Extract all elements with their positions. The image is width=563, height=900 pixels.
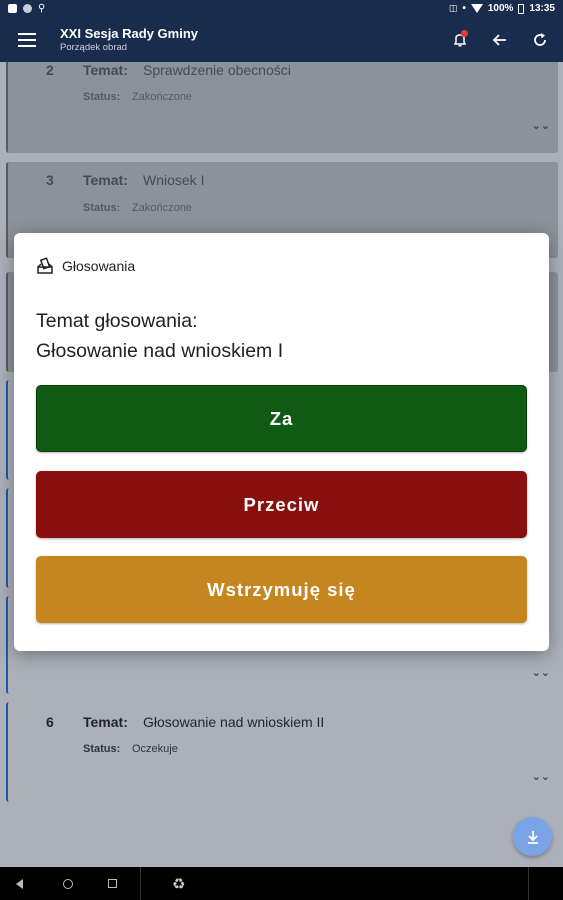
status-bar: ⚲ ◫ • 100% 13:35 xyxy=(0,0,563,17)
usb-icon: ⚲ xyxy=(38,3,46,14)
voting-dialog: Głosowania Temat głosowania: Głosowanie … xyxy=(14,233,549,651)
refresh-icon[interactable] xyxy=(529,29,551,51)
vote-no-button[interactable]: Przeciw xyxy=(36,471,527,538)
download-fab[interactable] xyxy=(513,817,552,856)
nav-divider xyxy=(528,867,529,900)
ballot-box-icon xyxy=(36,257,54,275)
battery-level: 100% xyxy=(487,3,514,14)
vibrate-icon: ◫ xyxy=(448,3,458,13)
recycle-app-icon[interactable]: ♻ xyxy=(172,875,185,893)
menu-icon[interactable] xyxy=(18,32,36,47)
nav-divider xyxy=(140,867,141,900)
app-subtitle: Porządek obrad xyxy=(60,41,128,53)
question-label: Temat głosowania: xyxy=(36,310,198,332)
question-topic: Głosowanie nad wnioskiem I xyxy=(36,340,284,362)
wifi-icon xyxy=(470,4,483,13)
dot-icon: • xyxy=(462,3,466,14)
system-nav-bar: ♻ xyxy=(0,867,563,900)
gallery-notification-icon xyxy=(8,4,17,13)
back-arrow-icon[interactable] xyxy=(489,29,511,51)
vote-question: Temat głosowania: Głosowanie nad wnioski… xyxy=(36,306,283,366)
nav-back-icon[interactable] xyxy=(16,878,23,889)
nav-recents-icon[interactable] xyxy=(108,879,117,888)
vote-abstain-button[interactable]: Wstrzymuję się xyxy=(36,556,527,623)
notification-badge xyxy=(461,29,468,37)
notifications-icon[interactable] xyxy=(449,29,471,51)
battery-icon xyxy=(518,3,525,14)
clock: 13:35 xyxy=(529,3,555,14)
download-icon xyxy=(527,830,538,844)
app-bar: XXI Sesja Rady Gminy Porządek obrad xyxy=(0,17,563,62)
sync-notification-icon xyxy=(23,4,32,13)
dialog-header: Głosowania xyxy=(36,257,135,275)
nav-home-icon[interactable] xyxy=(63,878,73,889)
app-title: XXI Sesja Rady Gminy xyxy=(60,25,199,41)
dialog-title: Głosowania xyxy=(62,258,136,274)
vote-yes-button[interactable]: Za xyxy=(36,385,527,452)
